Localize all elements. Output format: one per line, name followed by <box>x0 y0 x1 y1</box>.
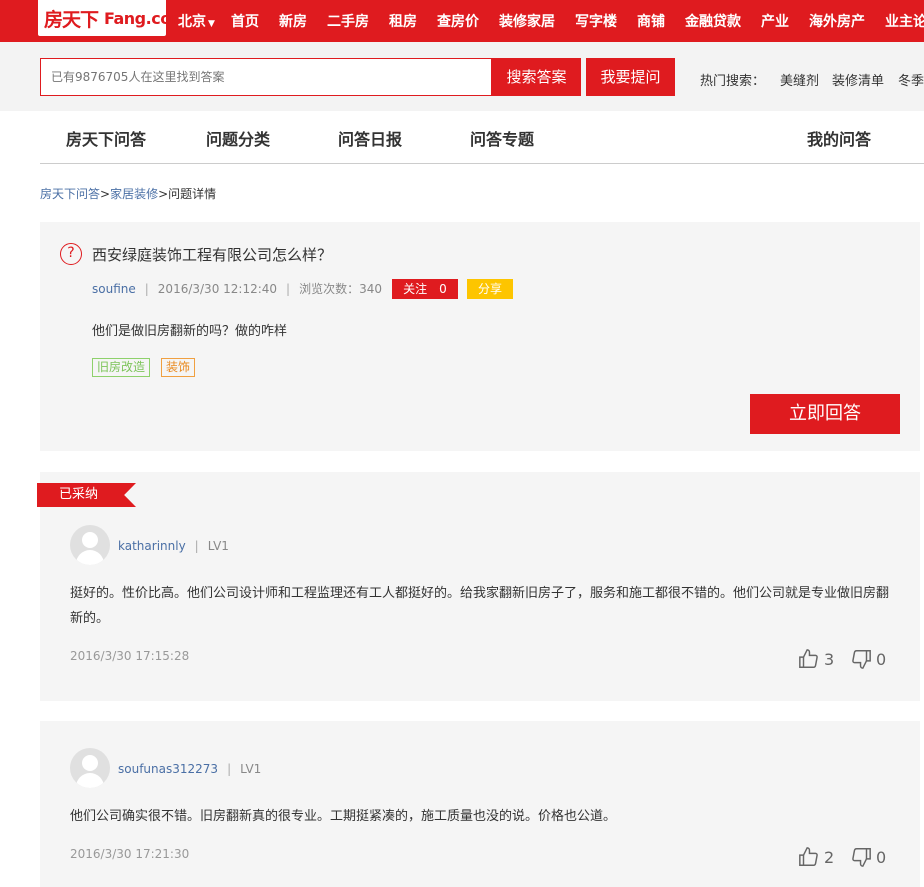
city-label: 北京 <box>178 14 206 30</box>
upvote-button[interactable]: 3 <box>798 648 834 670</box>
avatar[interactable] <box>70 525 110 565</box>
answer-author[interactable]: katharinnly <box>118 539 186 553</box>
meta-separator: | <box>194 539 199 553</box>
answer-time: 2016/3/30 17:21:30 <box>70 847 190 861</box>
nav-decoration[interactable]: 装修家居 <box>499 11 555 31</box>
nav-price[interactable]: 查房价 <box>437 11 479 31</box>
answer-user-info: katharinnly | LV1 <box>118 539 229 553</box>
question-views: 浏览次数：340 <box>299 282 382 296</box>
thumbs-up-icon <box>799 847 818 866</box>
user-level: LV1 <box>240 762 262 776</box>
upvote-button[interactable]: 2 <box>798 846 834 868</box>
nav-office[interactable]: 写字楼 <box>575 11 617 31</box>
logo-cn: 房天下 <box>44 9 99 31</box>
question-title: 西安绿庭装饰工程有限公司怎么样？ <box>92 246 333 264</box>
breadcrumb-current: 问题详情 <box>168 187 217 201</box>
meta-separator: | <box>227 762 232 776</box>
city-selector[interactable]: 北京 ▼ <box>178 11 215 31</box>
nav-home[interactable]: 首页 <box>231 11 259 31</box>
search-answer-button[interactable]: 搜索答案 <box>492 58 581 96</box>
breadcrumb-category[interactable]: 家居装修 <box>110 187 158 201</box>
downvote-button[interactable]: 0 <box>850 648 886 670</box>
answer-text: 挺好的。性价比高。他们公司设计师和工程监理还有工人都挺好的。给我家翻新旧房子了，… <box>70 586 890 626</box>
hot-search-word[interactable]: 冬季 <box>898 70 924 89</box>
search-row: 搜索答案 我要提问 热门搜索： 美缝剂 装修清单 冬季 <box>0 42 924 111</box>
top-bar: 房天下 Fang.com 北京 ▼ 首页 新房 二手房 租房 查房价 装修家居 写… <box>0 0 924 42</box>
meta-separator: | <box>144 282 149 296</box>
thumbs-down-icon <box>852 848 871 867</box>
subnav-daily[interactable]: 问答日报 <box>338 126 402 150</box>
question-meta: soufine | 2016/3/30 12:12:40 | 浏览次数：340 <box>92 280 382 297</box>
nav-rent[interactable]: 租房 <box>389 11 417 31</box>
subnav-categories[interactable]: 问题分类 <box>206 126 270 150</box>
breadcrumb-sep: > <box>158 187 169 201</box>
answer-card: soufunas312273 | LV1 他们公司确实很不错。旧房翻新真的很专业。工… <box>40 721 920 887</box>
upvote-count: 3 <box>824 649 835 669</box>
upvote-count: 2 <box>824 847 835 867</box>
qa-subnav: 房天下问答 问题分类 问答日报 问答专题 我的问答 <box>40 111 924 164</box>
breadcrumb-home[interactable]: 房天下问答 <box>40 187 100 201</box>
fang-logo[interactable]: 房天下 Fang.com <box>38 0 187 36</box>
subnav-topics[interactable]: 问答专题 <box>470 126 534 150</box>
hot-search-word[interactable]: 装修清单 <box>832 70 884 89</box>
question-body: 他们是做旧房翻新的吗？做的咋样 <box>92 324 288 339</box>
answer-card: 已采纳 katharinnly | LV1 挺好的。性价比高。他们公司设计师和工程监… <box>37 472 920 701</box>
answer-author[interactable]: soufunas312273 <box>118 762 218 776</box>
ask-question-button[interactable]: 我要提问 <box>586 58 675 96</box>
nav-finance[interactable]: 金融贷款 <box>685 11 741 31</box>
downvote-count: 0 <box>876 847 887 867</box>
share-button[interactable]: 分享 <box>467 279 513 299</box>
chevron-down-icon: ▼ <box>208 19 215 29</box>
downvote-button[interactable]: 0 <box>850 846 886 868</box>
user-level: LV1 <box>207 539 229 553</box>
thumbs-down-icon <box>852 650 871 669</box>
question-author[interactable]: soufine <box>92 282 136 296</box>
adopted-badge: 已采纳 <box>37 483 136 507</box>
subnav-qa-home[interactable]: 房天下问答 <box>66 126 146 150</box>
nav-second-hand[interactable]: 二手房 <box>327 11 369 31</box>
subnav-my-qa[interactable]: 我的问答 <box>807 126 871 150</box>
question-time: 2016/3/30 12:12:40 <box>157 282 278 296</box>
avatar[interactable] <box>70 748 110 788</box>
question-mark-icon: ? <box>60 243 82 265</box>
answer-time: 2016/3/30 17:15:28 <box>70 649 190 663</box>
nav-new-house[interactable]: 新房 <box>279 11 307 31</box>
search-input[interactable] <box>40 58 492 96</box>
breadcrumb: 房天下问答>家居装修>问题详情 <box>40 185 216 202</box>
nav-industry[interactable]: 产业 <box>761 11 789 31</box>
nav-shop[interactable]: 商铺 <box>637 11 665 31</box>
hot-search-label: 热门搜索： <box>700 74 766 89</box>
follow-button[interactable]: 关注 0 <box>392 279 458 299</box>
downvote-count: 0 <box>876 649 887 669</box>
hot-search-word[interactable]: 美缝剂 <box>780 70 819 89</box>
breadcrumb-sep: > <box>100 187 111 201</box>
nav-forum[interactable]: 业主论 <box>885 11 924 31</box>
logo-en: Fang.com <box>104 9 187 28</box>
question-card: ? 西安绿庭装饰工程有限公司怎么样？ soufine | 2016/3/30 12:… <box>40 222 920 451</box>
thumbs-up-icon <box>799 649 818 668</box>
tag-old-house-renovation[interactable]: 旧房改造 <box>92 358 151 377</box>
answer-user-info: soufunas312273 | LV1 <box>118 762 261 776</box>
meta-separator: | <box>286 282 291 296</box>
answer-now-button[interactable]: 立即回答 <box>750 394 900 434</box>
answer-text: 他们公司确实很不错。旧房翻新真的很专业。工期挺紧凑的，施工质量也没的说。价格也公… <box>70 809 617 824</box>
tag-decoration[interactable]: 装饰 <box>161 358 196 377</box>
nav-overseas[interactable]: 海外房产 <box>809 11 865 31</box>
